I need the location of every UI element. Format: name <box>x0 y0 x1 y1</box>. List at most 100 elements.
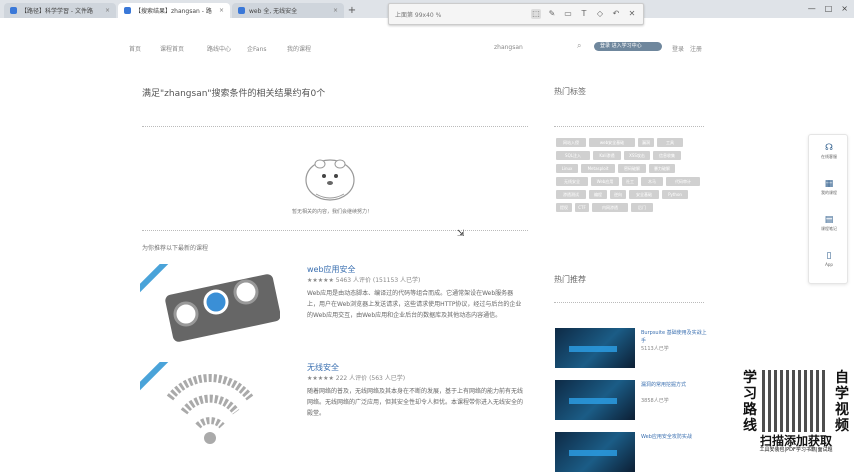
browser-tab-active[interactable]: 【搜索结果】zhangsan - 路 × <box>118 3 230 18</box>
divider <box>142 230 528 231</box>
course-card[interactable]: web应用安全 ★★★★★ 5463 人评价 (151153 人已学) Web应… <box>140 264 530 354</box>
tag-item[interactable]: SQL注入 <box>556 151 590 160</box>
capture-toolbar: 上面第 99x40 % ⬚ ✎ ▭ T ◇ ↶ ✕ <box>388 3 644 25</box>
window-controls: — □ × <box>808 4 848 13</box>
login-link[interactable]: 登录 <box>672 44 684 53</box>
tag-item[interactable]: 逆向 <box>610 190 626 199</box>
capture-title: 上面第 99x40 % <box>395 11 442 19</box>
nav-link-my-courses[interactable]: 我的课程 <box>287 44 311 53</box>
tag-item[interactable]: Linux <box>556 164 578 173</box>
mouse-cursor-icon: ⇲ <box>457 229 465 239</box>
tag-item[interactable]: 安全基础 <box>629 190 659 199</box>
tag-item[interactable]: XSS攻击 <box>624 151 650 160</box>
register-link[interactable]: 注册 <box>690 44 702 53</box>
maximize-button[interactable]: □ <box>825 4 833 13</box>
hot-course-image <box>555 432 635 472</box>
new-tab-button[interactable]: + <box>346 3 358 18</box>
tag-item[interactable]: 漏洞 <box>638 138 654 147</box>
hot-course-image <box>555 380 635 420</box>
promo-overlay[interactable]: 学 习 路 线 自 学 视 频 扫描添加获取 工具安装包|PDF学习书籍|面试题 <box>738 366 854 456</box>
favicon-icon <box>238 7 245 14</box>
hot-course-title[interactable]: 漏洞的常用挖掘方式 <box>641 381 711 389</box>
course-thumbnail <box>140 362 280 448</box>
page-title: 满足"zhangsan"搜索条件的相关结果约有0个 <box>142 89 326 99</box>
pen-icon[interactable]: ✎ <box>547 9 557 19</box>
course-card[interactable]: 无线安全 ★★★★★ 222 人评价 (563 人已学) 随着网络的普及，无线网… <box>140 362 530 456</box>
hot-heading: 热门推荐 <box>554 275 586 284</box>
tags-heading: 热门标签 <box>554 87 586 96</box>
text-icon[interactable]: T <box>579 9 589 19</box>
divider <box>142 126 528 127</box>
tag-item[interactable]: 木马 <box>641 177 663 186</box>
tag-item[interactable]: 工具 <box>657 138 683 147</box>
eraser-icon[interactable]: ◇ <box>595 9 605 19</box>
hot-course-count: 5113人已学 <box>641 346 669 352</box>
favicon-icon <box>10 7 17 14</box>
course-rating: ★★★★★ 5463 人评价 (151153 人已学) <box>307 277 421 284</box>
tag-item[interactable]: 编程 <box>589 190 607 199</box>
tag-item[interactable]: Kali渗透 <box>593 151 621 160</box>
note-icon: ▤ <box>824 215 834 225</box>
close-icon[interactable]: × <box>105 7 110 14</box>
empty-mascot-image <box>305 159 355 201</box>
tag-item[interactable]: 社工 <box>622 177 638 186</box>
close-icon[interactable]: × <box>333 7 338 14</box>
tag-item[interactable]: 后门 <box>631 203 653 212</box>
tag-item[interactable]: 信息收集 <box>653 151 681 160</box>
undo-icon[interactable]: ↶ <box>611 9 621 19</box>
nav-link-home[interactable]: 首页 <box>129 44 141 53</box>
login-pill-button[interactable]: 登录 进入学习中心 <box>594 42 662 51</box>
floating-side-panel: ☊ 在线客服 ▦ 我的课程 ▤ 课程笔记 ▯ App <box>808 134 848 284</box>
hot-course-title[interactable]: Web应用安全攻防实战 <box>641 433 711 441</box>
tag-item[interactable]: 渗透测试 <box>556 190 586 199</box>
nav-link-paths[interactable]: 路线中心 <box>207 44 231 53</box>
delete-icon[interactable]: ✕ <box>627 9 637 19</box>
tag-item[interactable]: CTF <box>575 203 589 212</box>
hot-course-count: 3858人已学 <box>641 398 669 404</box>
course-description: Web应用是由动态脚本、编译过的代码等组合而成。它通常架设在Web服务器上，用户… <box>307 290 522 319</box>
select-icon[interactable]: ⬚ <box>531 9 541 19</box>
browser-tab[interactable]: web 全, 无线安全 × <box>232 3 344 18</box>
favicon-icon <box>124 7 131 14</box>
search-keyword: zhangsan <box>494 44 523 51</box>
course-rating: ★★★★★ 222 人评价 (563 人已学) <box>307 375 406 382</box>
rect-icon[interactable]: ▭ <box>563 9 573 19</box>
tag-item[interactable]: Metasploit <box>581 164 615 173</box>
course-title[interactable]: 无线安全 <box>307 362 339 373</box>
tag-item[interactable]: 内网渗透 <box>592 203 628 212</box>
promo-subtext: 工具安装包|PDF学习书籍|面试题 <box>759 447 833 453</box>
qr-code-image <box>762 370 828 432</box>
hot-course-title[interactable]: Burpsuite 基础使用及实战上手 <box>641 329 711 345</box>
tag-item[interactable]: 无线安全 <box>556 177 588 186</box>
hot-course-image <box>555 328 635 368</box>
tag-item[interactable]: web安全基础 <box>589 138 635 147</box>
tag-item[interactable]: Python <box>662 190 688 199</box>
float-item-courses[interactable]: ▦ 我的课程 <box>809 179 849 196</box>
tag-item[interactable]: 代码审计 <box>666 177 700 186</box>
calendar-icon: ▦ <box>824 179 834 189</box>
tag-item[interactable]: 网站入侵 <box>556 138 586 147</box>
phone-icon: ▯ <box>826 251 832 261</box>
tag-cloud: 网站入侵 web安全基础 漏洞 工具 SQL注入 Kali渗透 XSS攻击 信息收集 Linux… <box>556 138 702 212</box>
float-item-notes[interactable]: ▤ 课程笔记 <box>809 215 849 232</box>
minimize-button[interactable]: — <box>808 4 816 13</box>
close-window-button[interactable]: × <box>841 4 848 13</box>
divider <box>554 126 704 127</box>
recommend-label: 为你推荐以下最新的课程 <box>142 245 209 252</box>
tag-item[interactable]: Web应用 <box>591 177 619 186</box>
tag-item[interactable]: 提权 <box>556 203 572 212</box>
nav-link-courses[interactable]: 课程首页 <box>160 44 184 53</box>
close-icon[interactable]: × <box>219 7 224 14</box>
course-title[interactable]: web应用安全 <box>307 264 356 275</box>
browser-tab[interactable]: 【路径】科学学習 - 文件路 × <box>4 3 116 18</box>
tag-item[interactable]: 暴力破解 <box>649 164 675 173</box>
divider <box>554 302 704 303</box>
float-item-app[interactable]: ▯ App <box>809 251 849 267</box>
empty-state-text: 暂无相关的内容，我们会继续努力！ <box>291 209 372 215</box>
tag-item[interactable]: 密码破解 <box>618 164 646 173</box>
nav-link-fans[interactable]: 企Fans <box>247 44 267 53</box>
course-thumbnail <box>140 264 280 350</box>
headset-icon: ☊ <box>825 143 833 153</box>
search-icon[interactable]: ⌕ <box>577 41 581 51</box>
float-item-service[interactable]: ☊ 在线客服 <box>809 143 849 160</box>
